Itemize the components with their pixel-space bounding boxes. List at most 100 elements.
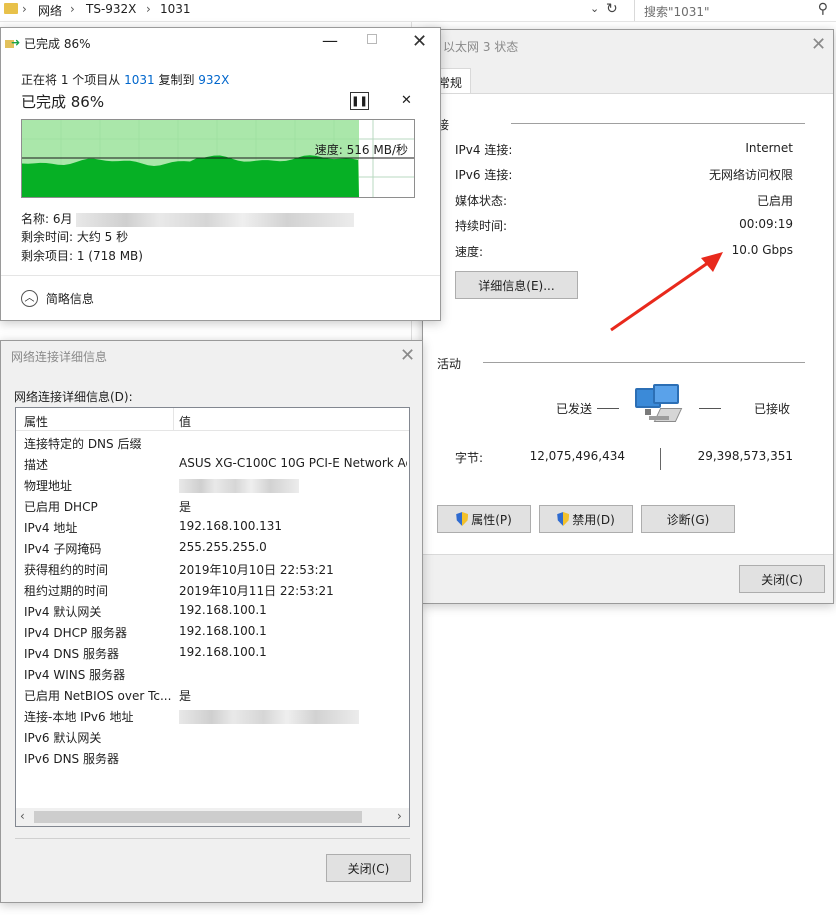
property-value: 192.168.100.1 [179, 645, 267, 659]
progress-heading: 已完成 86% [21, 93, 105, 111]
property-value: 2019年10月10日 22:53:21 [179, 563, 334, 577]
property-name: IPv4 默认网关 [24, 605, 102, 619]
table-row[interactable]: 租约过期的时间 2019年10月11日 22:53:21 [16, 582, 409, 603]
row-label-ipv4: IPv4 连接: [455, 143, 513, 157]
history-dropdown-icon[interactable]: ⌄ [590, 2, 599, 15]
table-row[interactable]: IPv4 子网掩码 255.255.255.0 [16, 540, 409, 561]
status-close-button[interactable]: 关闭(C) [739, 565, 825, 593]
diagnose-button[interactable]: 诊断(G) [641, 505, 735, 533]
table-row[interactable]: IPv4 地址 192.168.100.131 [16, 519, 409, 540]
less-details-toggle[interactable]: ︿ 简略信息 [21, 290, 94, 307]
property-value: 是 [179, 689, 192, 703]
file-name-redacted [76, 212, 355, 227]
table-row[interactable]: IPv4 DHCP 服务器 192.168.100.1 [16, 624, 409, 645]
speed-label: 速度: 516 MB/秒 [314, 143, 408, 157]
search-icon: ⚲ [817, 1, 828, 17]
bytes-divider [660, 448, 661, 470]
copy-progress-dialog: ➜ 已完成 86% — ✕ 正在将 1 个项目从 1031 复制到 932X 已… [0, 27, 441, 321]
redacted-mac-address [179, 479, 299, 493]
scrollbar-thumb[interactable] [34, 811, 362, 823]
table-row[interactable]: 连接特定的 DNS 后缀 [16, 435, 409, 456]
pause-button[interactable]: ❚❚ [350, 92, 369, 110]
properties-button[interactable]: 属性(P) [437, 505, 531, 533]
property-value: 192.168.100.131 [179, 519, 283, 533]
folder-icon [4, 3, 18, 14]
column-header-value[interactable]: 值 [179, 413, 191, 430]
column-header-property[interactable]: 属性 [24, 413, 48, 430]
transfer-speed-chart: 速度: 516 MB/秒 [21, 119, 415, 198]
cancel-icon[interactable]: ✕ [401, 93, 412, 108]
property-value: 192.168.100.1 [179, 603, 267, 617]
tab-panel: 连接 IPv4 连接: Internet IPv6 连接: 无网络访问权限 媒体… [423, 93, 833, 555]
footer-divider [15, 838, 410, 839]
sent-label: 已发送 [556, 402, 593, 416]
table-row[interactable]: IPv4 DNS 服务器 192.168.100.1 [16, 645, 409, 666]
table-row[interactable]: IPv6 默认网关 [16, 729, 409, 750]
close-button-label: 关闭(C) [347, 861, 390, 876]
section-activity: 活动 [437, 357, 462, 371]
property-value: 192.168.100.1 [179, 624, 267, 638]
details-close-button[interactable]: 关闭(C) [326, 854, 411, 882]
scroll-right-icon[interactable]: › [397, 809, 402, 823]
property-value: 是 [179, 500, 192, 514]
minimize-icon[interactable]: — [322, 31, 338, 50]
close-icon[interactable]: ✕ [400, 347, 415, 365]
source-link[interactable]: 1031 [124, 73, 155, 87]
row-label-speed: 速度: [455, 245, 484, 259]
diagnose-button-label: 诊断(G) [666, 512, 710, 527]
property-name: 已启用 DHCP [24, 500, 98, 514]
explorer-address-bar: › 网络 › TS-932X › 1031 ⌄ ↻ 搜索"1031" ⚲ [0, 0, 836, 22]
row-label-duration: 持续时间: [455, 219, 508, 233]
property-name: 已启用 NetBIOS over Tc... [24, 689, 172, 703]
table-row[interactable]: 已启用 NetBIOS over Tc... 是 [16, 687, 409, 708]
annotation-arrow [610, 252, 723, 332]
property-name: 租约过期的时间 [24, 584, 109, 598]
table-row[interactable]: IPv4 默认网关 192.168.100.1 [16, 603, 409, 624]
breadcrumb-item-folder[interactable]: 1031 [160, 2, 191, 16]
table-row[interactable]: 描述 ASUS XG-C100C 10G PCI-E Network Ad [16, 456, 409, 477]
network-details-dialog: 网络连接详细信息 ✕ 网络连接详细信息(D): 属性 值 连接特定的 DNS 后… [0, 340, 423, 903]
table-row[interactable]: 连接-本地 IPv6 地址 [16, 708, 409, 729]
search-input[interactable]: 搜索"1031" ⚲ [634, 0, 836, 21]
property-name: IPv6 DNS 服务器 [24, 752, 119, 766]
remaining-items: 剩余项目: 1 (718 MB) [21, 249, 143, 263]
bytes-sent: 12,075,496,434 [529, 449, 625, 463]
row-value-ipv6: 无网络访问权限 [708, 168, 793, 182]
scroll-left-icon[interactable]: ‹ [20, 809, 25, 823]
bytes-received: 29,398,573,351 [697, 449, 793, 463]
less-details-label: 简略信息 [45, 292, 94, 306]
redacted-ipv6-address [179, 710, 359, 724]
refresh-icon[interactable]: ↻ [606, 1, 618, 17]
sent-line [597, 408, 619, 409]
property-name: IPv4 子网掩码 [24, 542, 102, 556]
table-row[interactable]: 已启用 DHCP 是 [16, 498, 409, 519]
maximize-icon [367, 34, 377, 44]
breadcrumb-item-network[interactable]: 网络 [38, 2, 62, 19]
row-value-ipv4: Internet [745, 141, 793, 155]
section-divider [483, 362, 805, 363]
destination-link[interactable]: 932X [198, 73, 229, 87]
breadcrumb-separator: › [146, 2, 151, 16]
disable-button-label: 禁用(D) [572, 512, 615, 527]
table-row[interactable]: IPv4 WINS 服务器 [16, 666, 409, 687]
property-value: ASUS XG-C100C 10G PCI-E Network Ad [179, 456, 407, 470]
section-divider [511, 123, 805, 124]
copy-icon: ➜ [5, 37, 20, 49]
close-icon[interactable]: ✕ [412, 33, 427, 51]
received-line [699, 408, 721, 409]
breadcrumb-item-nas[interactable]: TS-932X [86, 2, 136, 16]
disable-button[interactable]: 禁用(D) [539, 505, 633, 533]
details-list[interactable]: 属性 值 连接特定的 DNS 后缀 描述 ASUS XG-C100C 10G P… [15, 407, 410, 827]
details-list-label: 网络连接详细信息(D): [14, 390, 133, 404]
list-header: 属性 值 [16, 408, 409, 431]
table-row[interactable]: 获得租约的时间 2019年10月10日 22:53:21 [16, 561, 409, 582]
close-button-label: 关闭(C) [761, 572, 803, 587]
property-value: 255.255.255.0 [179, 540, 267, 554]
row-label-ipv6: IPv6 连接: [455, 168, 513, 182]
table-row[interactable]: 物理地址 [16, 477, 409, 498]
close-icon[interactable]: ✕ [811, 36, 826, 54]
details-button[interactable]: 详细信息(E)... [455, 271, 578, 299]
property-name: IPv4 DHCP 服务器 [24, 626, 128, 640]
table-row[interactable]: IPv6 DNS 服务器 [16, 750, 409, 771]
horizontal-scrollbar[interactable]: ‹ › [16, 808, 409, 826]
